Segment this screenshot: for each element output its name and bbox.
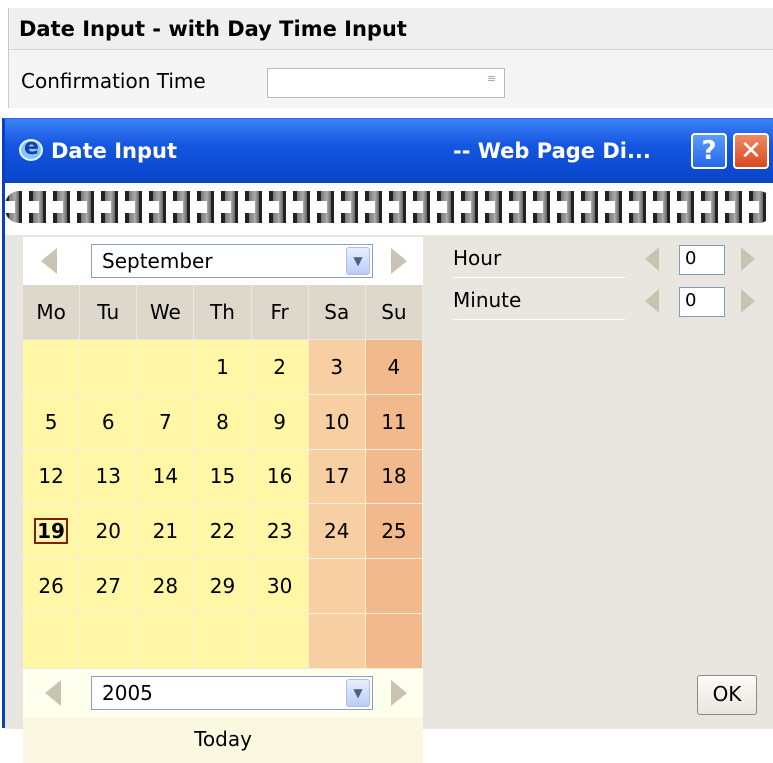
day-cell[interactable]: 7 [137, 394, 195, 450]
hour-row: Hour 0 [453, 241, 773, 281]
hour-increment-arrow-icon[interactable] [741, 247, 755, 271]
empty-day-cell [23, 614, 81, 669]
next-year-arrow-icon[interactable] [391, 680, 407, 706]
date-input-form: Date Input - with Day Time Input Confirm… [8, 8, 773, 108]
day-cell[interactable]: 8 [194, 394, 252, 450]
weekday-header: Sa [308, 285, 366, 340]
calendar-grid: Mo Tu We Th Fr Sa Su 1 2 3 4 5 6 7 8 9 10 11 12 13 14 15 16 17 1… [23, 285, 423, 669]
spiral-rings-icon [5, 191, 773, 223]
year-nav: 2005 ▼ [23, 669, 423, 717]
minute-row: Minute 0 [453, 283, 773, 323]
minute-label: Minute [453, 287, 625, 320]
hour-decrement-arrow-icon[interactable] [645, 247, 659, 271]
close-button[interactable]: ✕ [733, 133, 769, 169]
confirmation-time-input[interactable]: ≡ [267, 68, 505, 98]
weekday-header: Mo [23, 285, 81, 340]
ie-icon [19, 135, 43, 161]
weekday-header: We [137, 285, 195, 340]
day-cell[interactable]: 23 [251, 504, 309, 560]
dialog-titlebar[interactable]: Date Input -- Web Page Di... ? ✕ [5, 119, 773, 183]
weekday-header: Tu [80, 285, 138, 340]
prev-year-arrow-icon[interactable] [45, 680, 61, 706]
day-cell[interactable]: 22 [194, 504, 252, 560]
day-cell[interactable]: 3 [308, 339, 366, 395]
empty-day-cell [137, 339, 195, 395]
dialog-title-suffix: -- Web Page Di... [453, 139, 651, 163]
empty-day-cell [80, 339, 138, 395]
day-cell[interactable]: 17 [308, 449, 366, 505]
empty-day-cell [365, 614, 423, 669]
hour-input[interactable]: 0 [679, 245, 725, 275]
empty-day-cell [308, 614, 366, 669]
day-cell[interactable]: 29 [194, 559, 252, 615]
empty-day-cell [80, 614, 138, 669]
day-cell[interactable]: 10 [308, 394, 366, 450]
spiral-binding [5, 183, 773, 235]
day-cell[interactable]: 14 [137, 449, 195, 505]
ok-button[interactable]: OK [697, 675, 757, 715]
today-button[interactable]: Today [23, 717, 423, 763]
confirmation-time-label: Confirmation Time [21, 69, 206, 93]
empty-day-cell [194, 614, 252, 669]
weekday-header: Th [194, 285, 252, 340]
minute-increment-arrow-icon[interactable] [741, 289, 755, 313]
day-cell[interactable]: 27 [80, 559, 138, 615]
selected-day: 19 [34, 518, 68, 545]
hour-label: Hour [453, 245, 625, 278]
minute-input[interactable]: 0 [679, 287, 725, 317]
chevron-down-icon[interactable]: ▼ [346, 679, 370, 707]
day-cell[interactable]: 24 [308, 504, 366, 560]
day-cell[interactable]: 25 [365, 504, 423, 560]
empty-day-cell [308, 559, 366, 615]
day-cell[interactable]: 21 [137, 504, 195, 560]
year-value: 2005 [102, 681, 153, 705]
month-nav: September ▼ [23, 237, 423, 285]
empty-day-cell [23, 339, 81, 395]
day-cell[interactable]: 4 [365, 339, 423, 395]
day-cell[interactable]: 19 [23, 504, 81, 560]
day-cell[interactable]: 11 [365, 394, 423, 450]
weekday-header: Fr [251, 285, 309, 340]
day-cell[interactable]: 2 [251, 339, 309, 395]
chevron-down-icon[interactable]: ▼ [346, 247, 370, 275]
day-cell[interactable]: 15 [194, 449, 252, 505]
date-input-dialog: Date Input -- Web Page Di... ? ✕ Septemb… [2, 118, 773, 763]
day-cell[interactable]: 16 [251, 449, 309, 505]
day-cell[interactable]: 12 [23, 449, 81, 505]
day-cell[interactable]: 13 [80, 449, 138, 505]
confirmation-time-row: Confirmation Time ≡ [9, 56, 773, 108]
day-cell[interactable]: 18 [365, 449, 423, 505]
empty-day-cell [365, 559, 423, 615]
day-cell[interactable]: 9 [251, 394, 309, 450]
day-cell[interactable]: 1 [194, 339, 252, 395]
empty-day-cell [137, 614, 195, 669]
day-cell[interactable]: 20 [80, 504, 138, 560]
month-value: September [102, 249, 213, 273]
day-cell[interactable]: 28 [137, 559, 195, 615]
form-title: Date Input - with Day Time Input [9, 8, 773, 50]
dropdown-glyph-icon: ≡ [486, 72, 496, 85]
next-month-arrow-icon[interactable] [391, 248, 407, 274]
help-button[interactable]: ? [691, 133, 727, 169]
minute-decrement-arrow-icon[interactable] [645, 289, 659, 313]
dialog-title: Date Input [51, 139, 177, 163]
prev-month-arrow-icon[interactable] [41, 248, 57, 274]
day-cell[interactable]: 5 [23, 394, 81, 450]
month-select[interactable]: September ▼ [91, 244, 373, 278]
day-cell[interactable]: 30 [251, 559, 309, 615]
weekday-header: Su [365, 285, 423, 340]
empty-day-cell [251, 614, 309, 669]
calendar: September ▼ Mo Tu We Th Fr Sa Su 1 2 3 4 5 6 7 8 9 10 11 1… [23, 237, 423, 763]
dialog-client: September ▼ Mo Tu We Th Fr Sa Su 1 2 3 4 5 6 7 8 9 10 11 1… [5, 183, 773, 763]
day-cell[interactable]: 6 [80, 394, 138, 450]
year-select[interactable]: 2005 ▼ [91, 676, 373, 710]
day-cell[interactable]: 26 [23, 559, 81, 615]
